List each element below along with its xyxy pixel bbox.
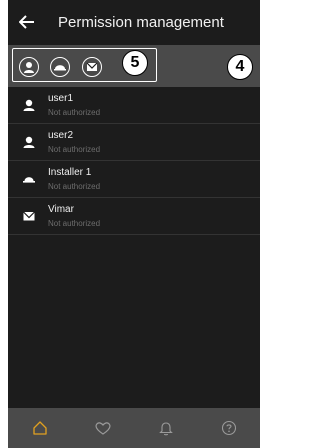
user-status: Not authorized	[48, 108, 101, 117]
user-list: user1 Not authorized user2 Not authorize…	[8, 87, 260, 235]
user-name: user2	[48, 130, 74, 141]
user-filter-icon[interactable]	[19, 57, 39, 77]
bell-icon	[158, 422, 173, 436]
user-name: user1	[48, 93, 74, 104]
user-icon	[20, 96, 38, 114]
bottom-nav	[8, 408, 260, 448]
list-item[interactable]: Vimar Not authorized	[8, 198, 260, 235]
user-name: Vimar	[48, 204, 74, 215]
filter-bar: 5 4	[8, 45, 260, 87]
vimar-filter-icon[interactable]	[82, 57, 102, 77]
app-screen: Permission management 5 4 user1 Not auth…	[8, 0, 260, 448]
nav-home[interactable]	[25, 413, 55, 443]
heart-icon	[94, 422, 111, 435]
list-item[interactable]: Installer 1 Not authorized	[8, 161, 260, 198]
user-status: Not authorized	[48, 182, 101, 191]
header: Permission management	[8, 0, 260, 44]
arrow-left-icon	[19, 15, 34, 29]
back-button[interactable]	[12, 0, 42, 44]
list-item[interactable]: user1 Not authorized	[8, 87, 260, 124]
nav-help[interactable]	[214, 413, 244, 443]
nav-notifications[interactable]	[151, 413, 181, 443]
user-icon	[20, 133, 38, 151]
callout-5: 5	[122, 50, 148, 76]
user-status: Not authorized	[48, 145, 101, 154]
installer-filter-icon[interactable]	[50, 57, 70, 77]
installer-hat-icon	[20, 170, 38, 188]
help-icon	[221, 420, 236, 436]
nav-favorites[interactable]	[88, 413, 118, 443]
user-name: Installer 1	[48, 167, 92, 178]
user-status: Not authorized	[48, 219, 101, 228]
home-icon	[32, 421, 47, 435]
vimar-envelope-icon	[20, 207, 38, 225]
list-item[interactable]: user2 Not authorized	[8, 124, 260, 161]
page-title: Permission management	[58, 13, 224, 31]
callout-4: 4	[227, 54, 253, 80]
